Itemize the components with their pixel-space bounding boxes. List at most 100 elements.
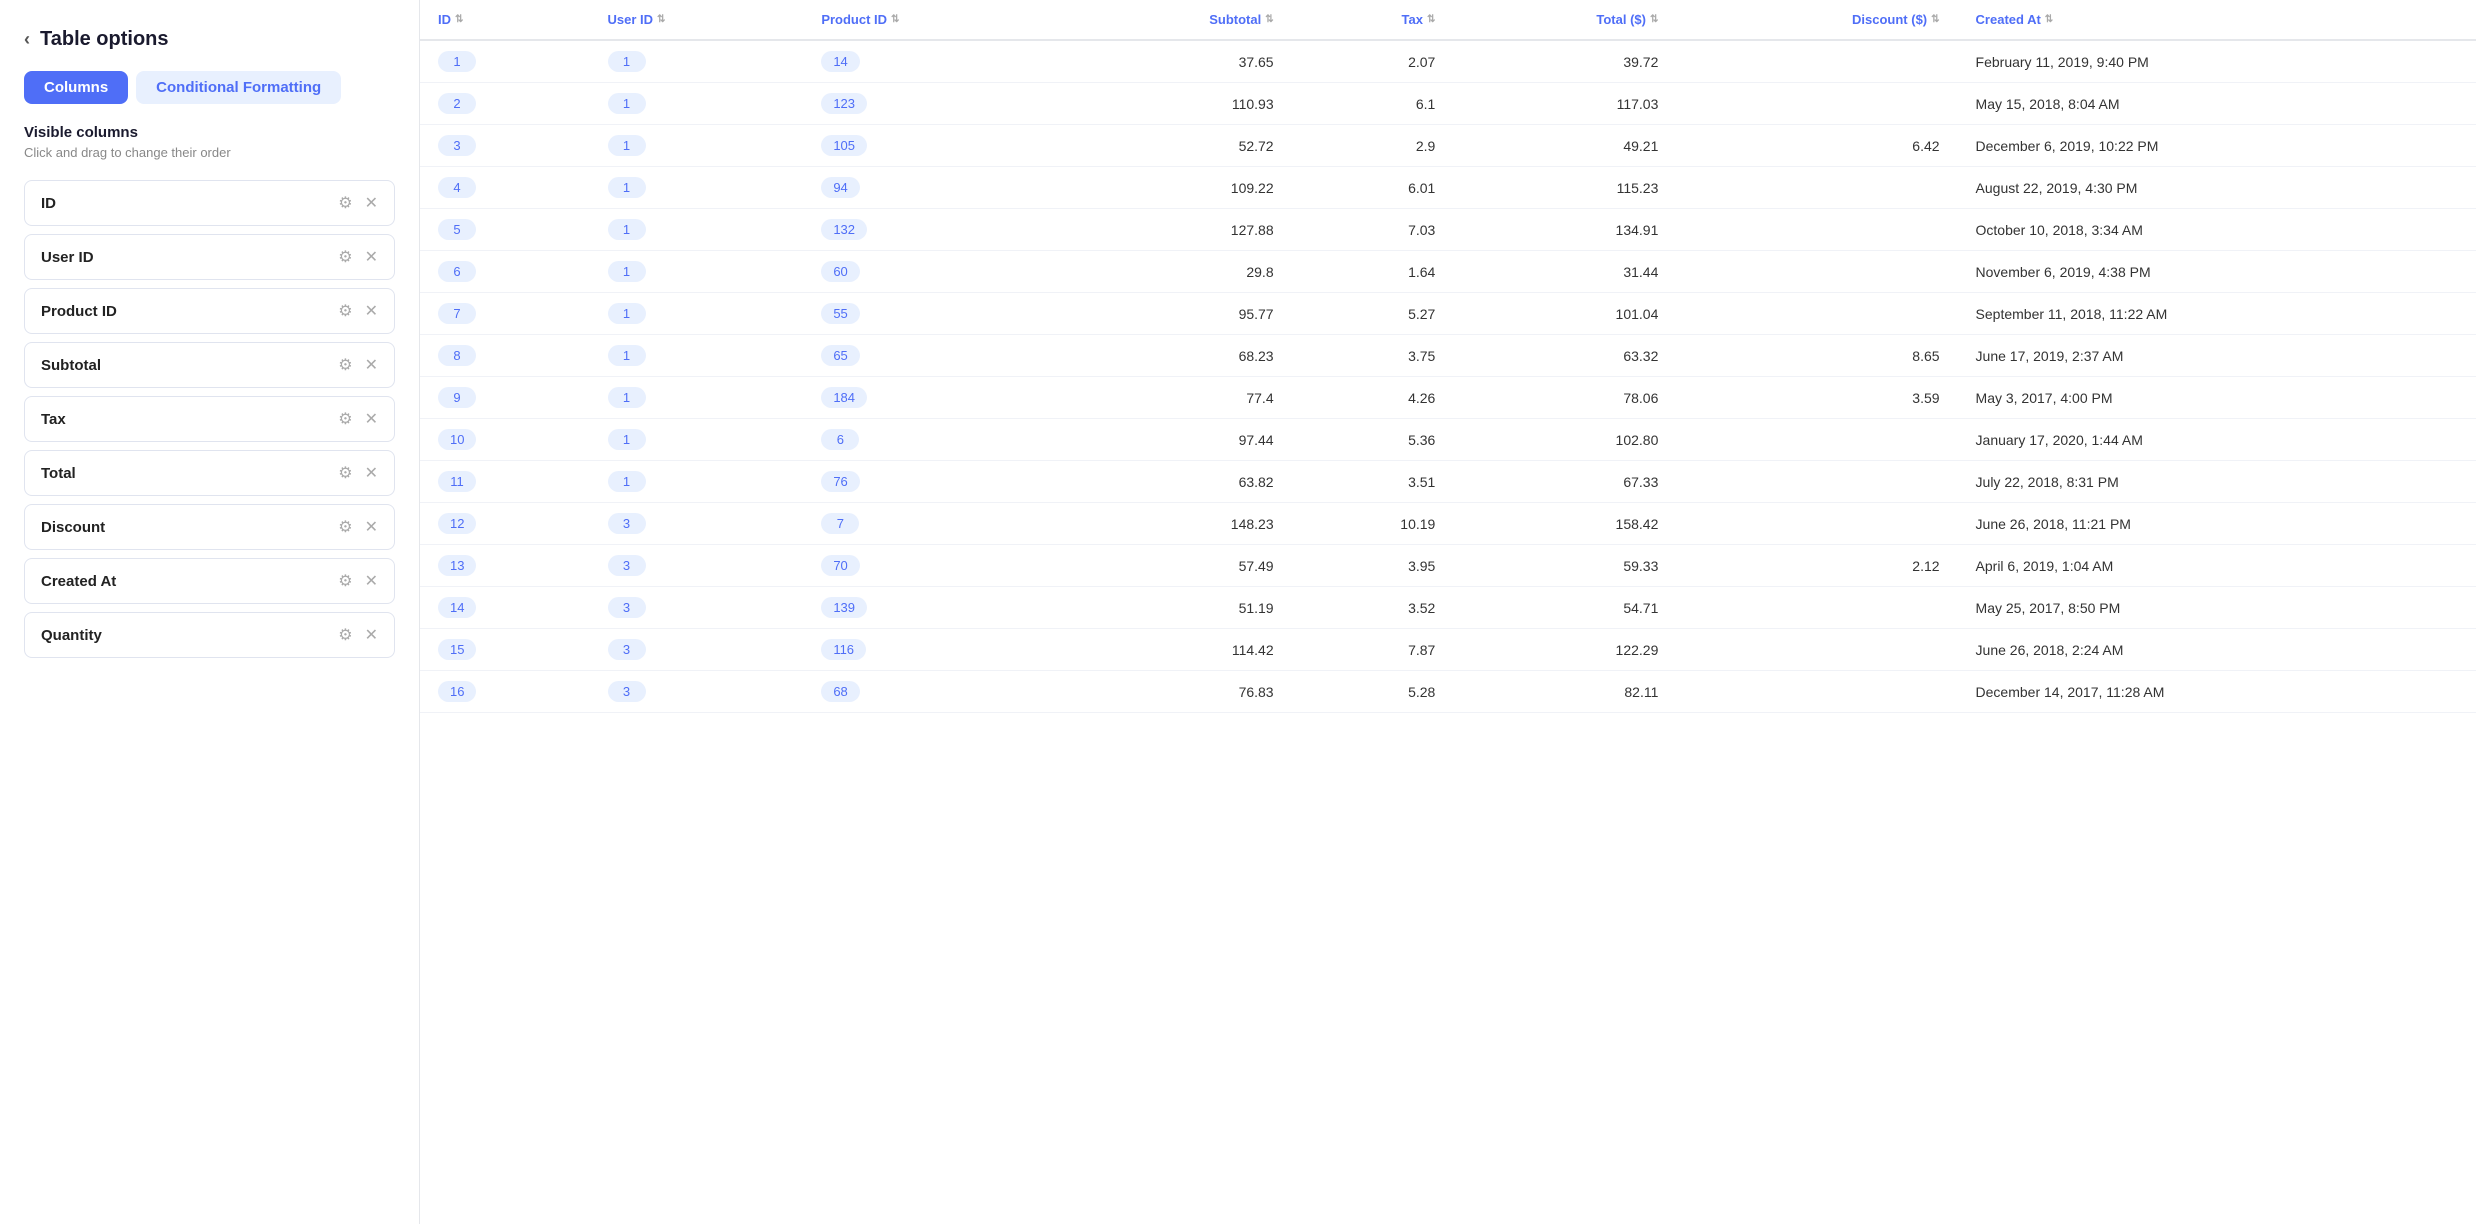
table-cell: June 17, 2019, 2:37 AM (1958, 335, 2476, 377)
gear-icon-created-at[interactable]: ⚙ (338, 571, 352, 591)
table-cell: 13 (420, 545, 590, 587)
table-cell: 8.65 (1676, 335, 1957, 377)
table-body: 111437.652.0739.72February 11, 2019, 9:4… (420, 40, 2476, 713)
sort-icon-user-id: ⇅ (657, 14, 665, 25)
close-icon-subtotal[interactable]: ✕ (365, 355, 378, 375)
column-item-discount[interactable]: Discount ⚙ ✕ (24, 504, 395, 550)
gear-icon-user-id[interactable]: ⚙ (338, 247, 352, 267)
badge: 3 (608, 597, 646, 618)
table-cell: 70 (803, 545, 1063, 587)
column-item-id[interactable]: ID ⚙ ✕ (24, 180, 395, 226)
table-cell: 14 (420, 587, 590, 629)
table-cell: May 25, 2017, 8:50 PM (1958, 587, 2476, 629)
close-icon-id[interactable]: ✕ (365, 193, 378, 213)
table-row: 715595.775.27101.04September 11, 2018, 1… (420, 293, 2476, 335)
close-icon-user-id[interactable]: ✕ (365, 247, 378, 267)
gear-icon-subtotal[interactable]: ⚙ (338, 355, 352, 375)
tab-conditional-formatting[interactable]: Conditional Formatting (136, 71, 341, 104)
column-item-quantity[interactable]: Quantity ⚙ ✕ (24, 612, 395, 658)
table-cell: 1 (590, 461, 804, 503)
badge: 1 (608, 177, 646, 198)
gear-icon-discount[interactable]: ⚙ (338, 517, 352, 537)
table-cell: 5.28 (1292, 671, 1454, 713)
gear-icon-total[interactable]: ⚙ (338, 463, 352, 483)
close-icon-product-id[interactable]: ✕ (365, 301, 378, 321)
badge: 14 (438, 597, 476, 618)
table-cell: 10.19 (1292, 503, 1454, 545)
table-cell: 31.44 (1453, 251, 1676, 293)
badge: 1 (608, 387, 646, 408)
th-label-id: ID (438, 12, 451, 27)
th-subtotal[interactable]: Subtotal⇅ (1063, 0, 1292, 40)
th-total[interactable]: Total ($)⇅ (1453, 0, 1676, 40)
badge: 55 (821, 303, 859, 324)
column-label-subtotal: Subtotal (41, 357, 101, 374)
tab-columns[interactable]: Columns (24, 71, 128, 104)
column-label-created-at: Created At (41, 573, 116, 590)
th-user-id[interactable]: User ID⇅ (590, 0, 804, 40)
badge: 6 (438, 261, 476, 282)
badge: 4 (438, 177, 476, 198)
badge: 70 (821, 555, 859, 576)
gear-icon-quantity[interactable]: ⚙ (338, 625, 352, 645)
table-cell: 49.21 (1453, 125, 1676, 167)
table-cell: 1 (590, 251, 804, 293)
back-arrow-icon[interactable]: ‹ (24, 29, 30, 50)
table-cell: June 26, 2018, 11:21 PM (1958, 503, 2476, 545)
close-icon-quantity[interactable]: ✕ (365, 625, 378, 645)
badge: 60 (821, 261, 859, 282)
badge: 14 (821, 51, 859, 72)
th-label-discount: Discount ($) (1852, 12, 1927, 27)
column-item-subtotal[interactable]: Subtotal ⚙ ✕ (24, 342, 395, 388)
badge: 139 (821, 597, 867, 618)
table-cell: 105 (803, 125, 1063, 167)
table-cell: 82.11 (1453, 671, 1676, 713)
close-icon-created-at[interactable]: ✕ (365, 571, 378, 591)
close-icon-tax[interactable]: ✕ (365, 409, 378, 429)
gear-icon-product-id[interactable]: ⚙ (338, 301, 352, 321)
th-id[interactable]: ID⇅ (420, 0, 590, 40)
column-actions-discount: ⚙ ✕ (338, 517, 378, 537)
badge: 3 (608, 555, 646, 576)
table-cell: 37.65 (1063, 40, 1292, 83)
gear-icon-id[interactable]: ⚙ (338, 193, 352, 213)
close-icon-discount[interactable]: ✕ (365, 517, 378, 537)
sidebar-title: Table options (40, 28, 169, 51)
badge: 1 (608, 345, 646, 366)
badge: 8 (438, 345, 476, 366)
th-discount[interactable]: Discount ($)⇅ (1676, 0, 1957, 40)
column-label-tax: Tax (41, 411, 66, 428)
table-cell (1676, 209, 1957, 251)
table-cell: 1 (590, 125, 804, 167)
table-cell: 2 (420, 83, 590, 125)
table-cell: 3.52 (1292, 587, 1454, 629)
table-cell: 3 (420, 125, 590, 167)
column-item-user-id[interactable]: User ID ⚙ ✕ (24, 234, 395, 280)
table-cell: 139 (803, 587, 1063, 629)
column-label-user-id: User ID (41, 249, 94, 266)
column-actions-product-id: ⚙ ✕ (338, 301, 378, 321)
table-header: ID⇅User ID⇅Product ID⇅Subtotal⇅Tax⇅Total… (420, 0, 2476, 40)
table-cell: 115.23 (1453, 167, 1676, 209)
table-cell: 1 (590, 83, 804, 125)
table-cell: 122.29 (1453, 629, 1676, 671)
badge: 3 (608, 681, 646, 702)
column-label-quantity: Quantity (41, 627, 102, 644)
th-tax[interactable]: Tax⇅ (1292, 0, 1454, 40)
table-cell: 8 (420, 335, 590, 377)
table-cell: 5.36 (1292, 419, 1454, 461)
th-label-subtotal: Subtotal (1209, 12, 1261, 27)
badge: 3 (608, 513, 646, 534)
column-item-product-id[interactable]: Product ID ⚙ ✕ (24, 288, 395, 334)
th-created-at[interactable]: Created At⇅ (1958, 0, 2476, 40)
table-row: 4194109.226.01115.23August 22, 2019, 4:3… (420, 167, 2476, 209)
badge: 1 (438, 51, 476, 72)
column-item-total[interactable]: Total ⚙ ✕ (24, 450, 395, 496)
column-item-created-at[interactable]: Created At ⚙ ✕ (24, 558, 395, 604)
gear-icon-tax[interactable]: ⚙ (338, 409, 352, 429)
column-item-tax[interactable]: Tax ⚙ ✕ (24, 396, 395, 442)
close-icon-total[interactable]: ✕ (365, 463, 378, 483)
th-product-id[interactable]: Product ID⇅ (803, 0, 1063, 40)
table-cell (1676, 629, 1957, 671)
table-row: 1636876.835.2882.11December 14, 2017, 11… (420, 671, 2476, 713)
